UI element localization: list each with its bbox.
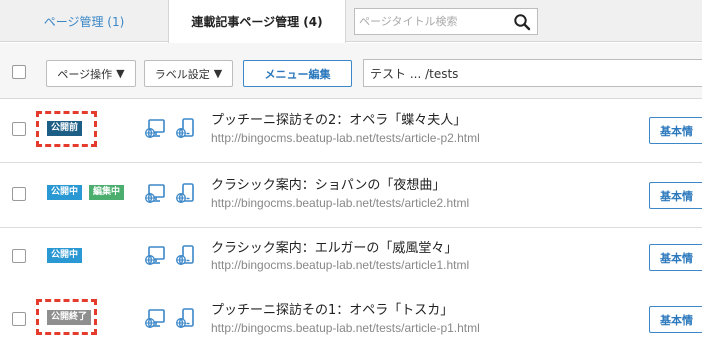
status-badge: 公開中 [47, 185, 83, 200]
pc-preview-icon[interactable] [145, 118, 165, 140]
search-input[interactable] [359, 12, 509, 31]
row-checkbox[interactable] [12, 312, 26, 326]
label-settings-label: ラベル設定 [154, 67, 210, 81]
pc-preview-icon[interactable] [145, 308, 165, 330]
article-title[interactable]: クラシック案内：エルガーの「威風堂々」 [211, 237, 457, 256]
caret-down-icon: ▼ [116, 67, 125, 80]
mobile-preview-icon[interactable] [176, 183, 196, 205]
article-title[interactable]: クラシック案内：ショパンの「夜想曲」 [211, 174, 445, 193]
basic-info-button[interactable]: 基本情 [649, 306, 702, 333]
row-checkbox[interactable] [12, 122, 26, 136]
row-checkbox[interactable] [12, 249, 26, 263]
tab-page-management[interactable]: ページ管理 (1) [0, 0, 168, 42]
status-badge: 公開終了 [47, 310, 92, 325]
list-item: 公開中 編集中 クラシック案内：ショパンの「夜想曲」 http://bingoc… [0, 164, 702, 228]
article-title[interactable]: プッチーニ探訪その2：オペラ「蝶々夫人」 [211, 109, 466, 128]
row-checkbox[interactable] [12, 187, 26, 201]
article-url: http://bingocms.beatup-lab.net/tests/art… [211, 196, 470, 210]
editing-badge: 編集中 [89, 185, 125, 200]
label-settings-dropdown[interactable]: ラベル設定 ▼ [144, 60, 233, 87]
tab-serial-page-management[interactable]: 連載記事ページ管理 (4) [168, 0, 346, 43]
status-badge: 公開中 [47, 248, 83, 263]
basic-info-button[interactable]: 基本情 [649, 244, 702, 271]
mobile-preview-icon[interactable] [176, 118, 196, 140]
tab-bar: ページ管理 (1) 連載記事ページ管理 (4) [0, 0, 702, 43]
list-item: 公開終了 プッチーニ探訪その1：オペラ「トスカ」 http://bingocms… [0, 288, 702, 353]
menu-edit-button[interactable]: メニュー編集 [243, 60, 352, 87]
article-url: http://bingocms.beatup-lab.net/tests/art… [211, 131, 480, 145]
pc-preview-icon[interactable] [145, 245, 165, 267]
page-ops-dropdown[interactable]: ページ操作 ▼ [46, 60, 136, 87]
search-icon[interactable] [513, 13, 531, 31]
basic-info-button[interactable]: 基本情 [649, 117, 702, 144]
status-badge: 公開前 [47, 121, 83, 136]
list-item: 公開前 プッチーニ探訪その2：オペラ「蝶々夫人」 http://bingocms… [0, 99, 702, 163]
mobile-preview-icon[interactable] [176, 308, 196, 330]
select-all-checkbox[interactable] [12, 65, 26, 79]
article-url: http://bingocms.beatup-lab.net/tests/art… [211, 258, 470, 272]
list-item: 公開中 クラシック案内：エルガーの「威風堂々」 http://bingocms.… [0, 229, 702, 293]
path-breadcrumb: テスト ... /tests [363, 59, 702, 87]
mobile-preview-icon[interactable] [176, 245, 196, 267]
page-ops-label: ページ操作 [57, 67, 113, 81]
article-title[interactable]: プッチーニ探訪その1：オペラ「トスカ」 [211, 299, 453, 318]
caret-down-icon: ▼ [213, 67, 223, 80]
article-url: http://bingocms.beatup-lab.net/tests/art… [211, 321, 480, 335]
basic-info-button[interactable]: 基本情 [649, 182, 702, 209]
page-title-search [354, 8, 538, 35]
toolbar: ページ操作 ▼ ラベル設定 ▼ メニュー編集 テスト ... /tests [0, 43, 702, 99]
pc-preview-icon[interactable] [145, 183, 165, 205]
